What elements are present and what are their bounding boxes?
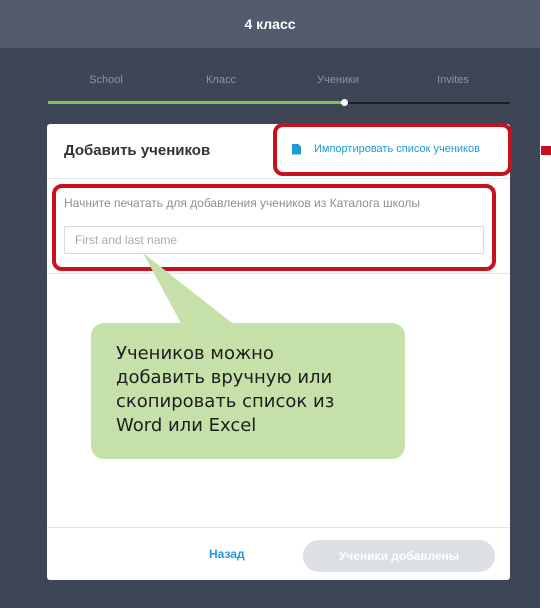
progress-fill — [48, 101, 344, 104]
side-marker — [541, 146, 551, 155]
student-name-input[interactable] — [64, 226, 484, 254]
progress-marker — [340, 99, 348, 106]
document-icon — [292, 143, 301, 155]
step-school[interactable]: School — [89, 74, 123, 86]
wizard-progress-bar — [48, 99, 510, 106]
dialog-header: Добавить учеников Импортировать список у… — [47, 124, 510, 179]
callout-text: Учеников можно добавить вручную или скоп… — [116, 343, 335, 436]
dialog-footer: Назад Ученики добавлены — [47, 527, 510, 581]
students-added-label: Ученики добавлены — [338, 549, 460, 563]
app-window: 4 класс School Класс Ученики Invites Доб… — [0, 0, 540, 608]
step-class[interactable]: Класс — [206, 74, 236, 86]
dialog-title: Добавить учеников — [64, 142, 211, 159]
students-added-button[interactable]: Ученики добавлены — [303, 540, 495, 572]
step-invites[interactable]: Invites — [437, 74, 469, 86]
app-header: 4 класс — [0, 0, 540, 48]
import-students-link[interactable]: Импортировать список учеников — [292, 143, 480, 155]
import-students-label: Импортировать список учеников — [314, 143, 480, 155]
add-students-section: Начните печатать для добавления учеников… — [47, 179, 510, 274]
screenshot: 4 класс School Класс Ученики Invites Доб… — [0, 0, 551, 608]
catalog-hint: Начните печатать для добавления учеников… — [64, 196, 421, 210]
back-button[interactable]: Назад — [209, 547, 245, 561]
wizard-steps: School Класс Ученики Invites — [48, 74, 510, 92]
step-students[interactable]: Ученики — [317, 74, 359, 86]
page-title: 4 класс — [244, 16, 296, 32]
